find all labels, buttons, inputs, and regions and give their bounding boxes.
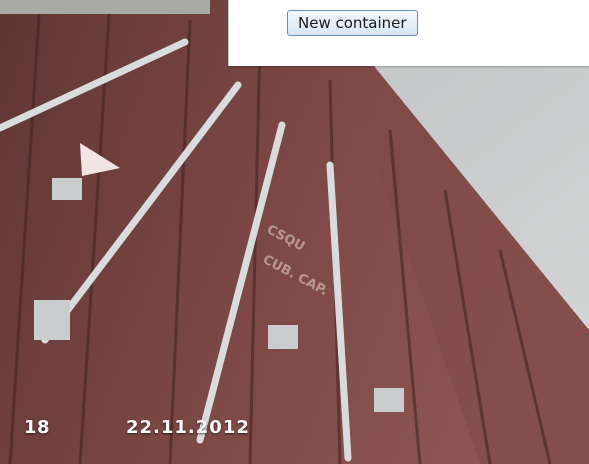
- slide-date: 22.11.2012: [126, 417, 250, 438]
- shipping-containers-photo: CSQU CUB. CAP.: [0, 0, 589, 464]
- toolbar-panel: New container: [228, 0, 589, 66]
- slide: CSQU CUB. CAP. New container 18 22.11.20…: [0, 0, 589, 464]
- new-container-button[interactable]: New container: [287, 10, 418, 36]
- slide-number: 18: [24, 417, 51, 438]
